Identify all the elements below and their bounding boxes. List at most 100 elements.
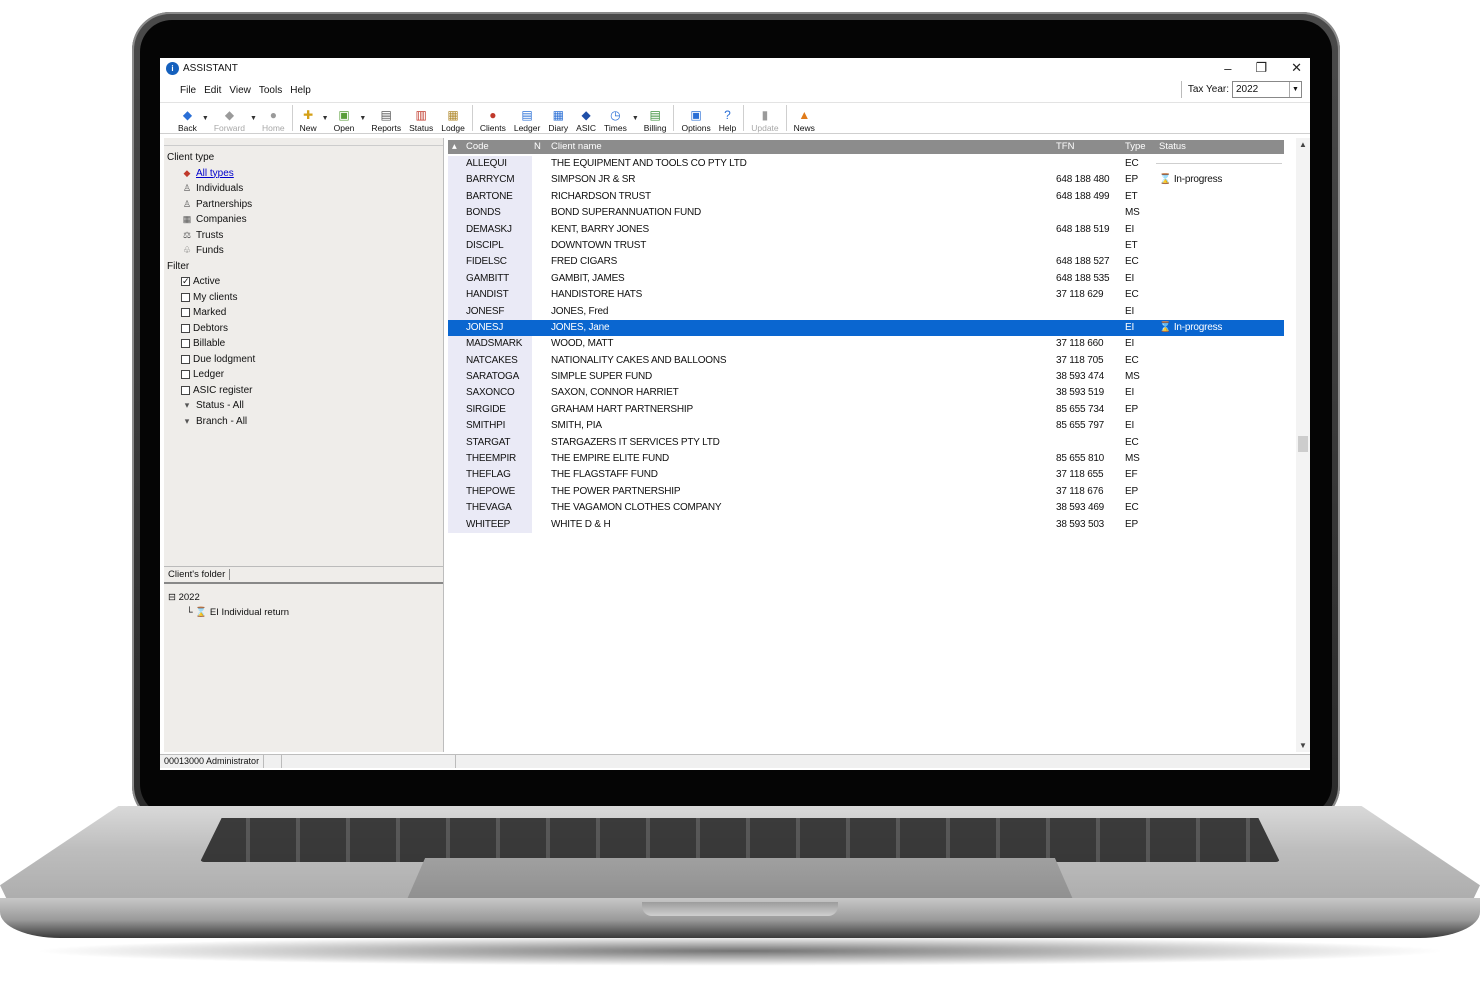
column-header-type[interactable]: Type	[1125, 141, 1146, 152]
filter-checkbox[interactable]	[181, 339, 190, 349]
table-row[interactable]: BARRYCM SIMPSON JR & SR 648 188 480 EP ⌛ In-…	[448, 172, 1284, 189]
filter-debtors[interactable]: Debtors	[167, 321, 255, 337]
menu-file[interactable]: File	[176, 85, 200, 96]
ledger-button[interactable]: ▤ Ledger	[510, 103, 544, 133]
table-row[interactable]: GAMBITT GAMBIT, JAMES 648 188 535 EI	[448, 270, 1284, 288]
forward-button[interactable]: ◆ Forward	[210, 103, 249, 133]
clients-button[interactable]: ● Clients	[476, 103, 510, 133]
vertical-scrollbar[interactable]: ▲ ▼	[1296, 138, 1310, 752]
table-row[interactable]: DEMASKJ KENT, BARRY JONES 648 188 519 EI	[448, 221, 1284, 238]
table-row[interactable]: STARGAT STARGAZERS IT SERVICES PTY LTD EC	[448, 434, 1284, 452]
dropdown-arrow-icon[interactable]: ▾	[181, 398, 193, 414]
menu-edit[interactable]: Edit	[200, 85, 225, 96]
cell-code: SAXONCO	[466, 387, 515, 399]
dropdown-arrow-icon[interactable]: ▼	[202, 115, 209, 122]
close-button[interactable]: ✕	[1291, 60, 1302, 76]
update-button[interactable]: ▮ Update	[747, 103, 782, 133]
table-row[interactable]: JONESF JONES, Fred EI	[448, 303, 1284, 320]
minimize-button[interactable]: –	[1224, 61, 1231, 76]
table-row[interactable]: THEEMPIR THE EMPIRE ELITE FUND 85 655 810 M…	[448, 451, 1284, 468]
table-row[interactable]: WHITEEP WHITE D & H 38 593 503 EP	[448, 516, 1284, 533]
table-row[interactable]: NATCAKES NATIONALITY CAKES AND BALLOONS 37…	[448, 352, 1284, 370]
scroll-up-icon[interactable]: ▲	[1296, 140, 1310, 149]
maximize-button[interactable]: ❐	[1255, 60, 1267, 76]
table-row[interactable]: THEVAGA THE VAGAMON CLOTHES COMPANY 38 593…	[448, 500, 1284, 517]
filter-ledger[interactable]: Ledger	[167, 367, 255, 383]
table-row[interactable]: BARTONE RICHARDSON TRUST 648 188 499 ET	[448, 188, 1284, 206]
tab-clients-folder[interactable]: Client's folder	[168, 569, 231, 580]
folder-item-node[interactable]: └ ⌛ EI Individual return	[168, 605, 289, 620]
filter-checkbox[interactable]	[181, 354, 190, 364]
column-header-client-name[interactable]: Client name	[551, 141, 602, 152]
back-button[interactable]: ◆ Back	[174, 103, 201, 133]
column-header-n[interactable]: N	[534, 141, 541, 152]
table-row[interactable]: SIRGIDE GRAHAM HART PARTNERSHIP 85 655 734…	[448, 401, 1284, 419]
status-button[interactable]: ▥ Status	[405, 103, 437, 133]
filter-billable[interactable]: Billable	[167, 336, 255, 352]
dropdown-arrow-icon[interactable]: ▾	[181, 414, 193, 430]
client-type-all-types[interactable]: ◆ All types	[167, 166, 255, 182]
open-button[interactable]: ▣ Open	[330, 103, 359, 133]
table-row[interactable]: SMITHPI SMITH, PIA 85 655 797 EI	[448, 418, 1284, 435]
dropdown-arrow-icon[interactable]: ▼	[322, 115, 329, 122]
column-header-tfn[interactable]: TFN	[1056, 141, 1074, 152]
client-type-label[interactable]: All types	[196, 166, 234, 182]
filter-due-lodgment[interactable]: Due lodgment	[167, 352, 255, 368]
menu-view[interactable]: View	[225, 85, 255, 96]
tax-year-dropdown[interactable]: 2022 ▼	[1232, 81, 1302, 98]
table-row[interactable]: THEFLAG THE FLAGSTAFF FUND 37 118 655 EF	[448, 467, 1284, 484]
client-type-companies[interactable]: ▦ Companies	[167, 212, 255, 228]
filter-active[interactable]: Active	[167, 274, 255, 290]
column-header-status[interactable]: Status	[1159, 141, 1186, 152]
dropdown-arrow-icon[interactable]: ▼	[359, 115, 366, 122]
cell-type: ET	[1125, 190, 1138, 202]
table-row[interactable]: BONDS BOND SUPERANNUATION FUND MS	[448, 205, 1284, 222]
client-type-individuals[interactable]: ♙ Individuals	[167, 181, 255, 197]
filter-dropdown-1[interactable]: ▾ Branch - All	[167, 414, 255, 430]
table-row[interactable]: DISCIPL DOWNTOWN TRUST ET	[448, 237, 1284, 255]
dropdown-arrow-icon[interactable]: ▼	[632, 115, 639, 122]
table-row[interactable]: FIDELSC FRED CIGARS 648 188 527 EC	[448, 254, 1284, 271]
folder-year-node[interactable]: ⊟ 2022	[168, 590, 289, 605]
table-row[interactable]: HANDIST HANDISTORE HATS 37 118 629 EC	[448, 287, 1284, 304]
client-type-trusts[interactable]: ⚖ Trusts	[167, 228, 255, 244]
asic-button[interactable]: ◆ ASIC	[572, 103, 600, 133]
times-button[interactable]: ◷ Times	[600, 103, 631, 133]
filter-checkbox[interactable]	[181, 385, 190, 395]
home-button[interactable]: ● Home	[258, 103, 289, 133]
chevron-down-icon[interactable]: ▼	[1289, 82, 1301, 97]
menu-tools[interactable]: Tools	[255, 85, 286, 96]
scroll-down-icon[interactable]: ▼	[1296, 741, 1310, 750]
scroll-thumb[interactable]	[1298, 436, 1308, 452]
reports-button[interactable]: ▤ Reports	[367, 103, 405, 133]
filter-checkbox[interactable]	[181, 370, 190, 380]
table-row[interactable]: ALLEQUI THE EQUIPMENT AND TOOLS CO PTY LT…	[448, 156, 1284, 173]
lodge-button[interactable]: ▦ Lodge	[437, 103, 469, 133]
laptop-notch	[642, 902, 838, 916]
column-header-code[interactable]: Code	[466, 141, 489, 152]
menu-help[interactable]: Help	[286, 85, 315, 96]
client-type-partnerships[interactable]: ♙ Partnerships	[167, 197, 255, 213]
table-row[interactable]: SARATOGA SIMPLE SUPER FUND 38 593 474 MS	[448, 369, 1284, 386]
filter-marked[interactable]: Marked	[167, 305, 255, 321]
diary-button[interactable]: ▦ Diary	[544, 103, 572, 133]
news-button[interactable]: ▲ News	[790, 103, 819, 133]
filter-asic-register[interactable]: ASIC register	[167, 383, 255, 399]
client-type-funds[interactable]: ♧ Funds	[167, 243, 255, 259]
filter-dropdown-0[interactable]: ▾ Status - All	[167, 398, 255, 414]
filter-checkbox[interactable]	[181, 308, 190, 318]
filter-checkbox[interactable]	[181, 274, 190, 290]
billing-button[interactable]: ▤ Billing	[640, 103, 671, 133]
table-row[interactable]: MADSMARK WOOD, MATT 37 118 660 EI	[448, 336, 1284, 353]
filter-checkbox[interactable]	[181, 323, 190, 333]
table-row[interactable]: SAXONCO SAXON, CONNOR HARRIET 38 593 519 EI	[448, 385, 1284, 402]
new-button[interactable]: ✚ New	[296, 103, 321, 133]
tax-year-selector: Tax Year: 2022 ▼	[1180, 81, 1302, 98]
table-row[interactable]: JONESJ JONES, Jane EI ⌛ In-progress	[448, 319, 1284, 337]
filter-checkbox[interactable]	[181, 292, 190, 302]
options-button[interactable]: ▣ Options	[677, 103, 714, 133]
table-row[interactable]: THEPOWE THE POWER PARTNERSHIP 37 118 676 EP	[448, 483, 1284, 501]
help-button[interactable]: ? Help	[715, 103, 740, 133]
filter-my-clients[interactable]: My clients	[167, 290, 255, 306]
dropdown-arrow-icon[interactable]: ▼	[250, 115, 257, 122]
